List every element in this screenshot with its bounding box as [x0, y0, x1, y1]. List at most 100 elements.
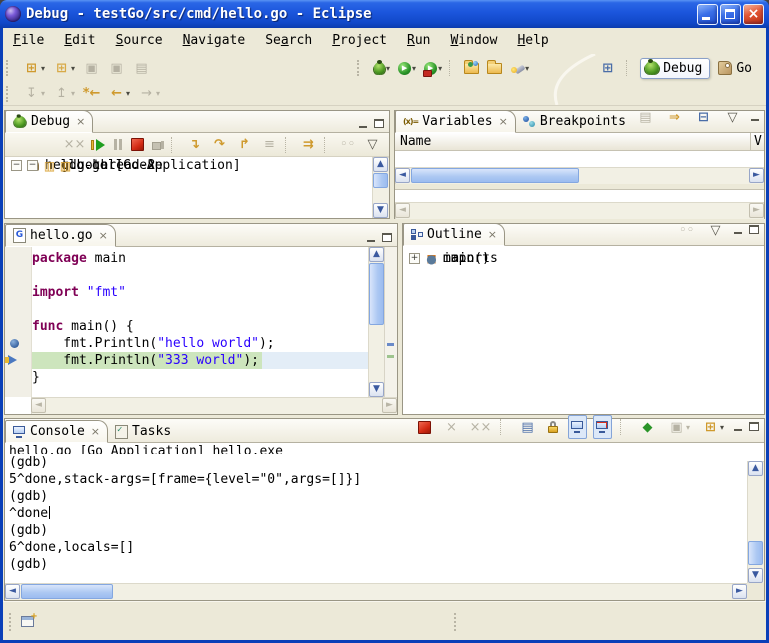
scroll-left-button[interactable]: ◄ — [395, 168, 410, 183]
code-line[interactable] — [32, 301, 368, 318]
tab-tasks[interactable]: Tasks — [108, 421, 178, 442]
code-line[interactable]: func main() { — [32, 318, 368, 335]
back-button[interactable]: ←▾ — [105, 82, 133, 106]
dropdown-arrow-icon[interactable]: ▾ — [525, 64, 529, 73]
minimize-view-icon[interactable] — [365, 233, 377, 243]
breakpoint-mark[interactable] — [387, 343, 394, 346]
debug-button[interactable]: ▾ — [371, 56, 393, 80]
last-edit-location-button[interactable]: *← — [80, 82, 103, 106]
tab-variables[interactable]: (x)=Variables× — [395, 110, 516, 133]
close-icon[interactable]: × — [91, 425, 100, 438]
minimize-button[interactable] — [697, 4, 718, 25]
use-step-filters-button[interactable]: ⇉ — [297, 133, 320, 157]
menu-file[interactable]: File — [3, 28, 54, 54]
new-project-button[interactable]: ⊞▾ — [50, 56, 78, 80]
scroll-up-button[interactable]: ▲ — [748, 461, 763, 476]
overview-ruler[interactable] — [384, 247, 397, 397]
tab-hello-go[interactable]: G hello.go × — [5, 224, 116, 247]
collapse-all-button[interactable]: ⊟ — [692, 105, 715, 129]
minimize-view-icon[interactable] — [749, 112, 761, 122]
variables-column-header[interactable]: Name V — [395, 133, 764, 151]
dropdown-arrow-icon[interactable]: ▾ — [71, 64, 75, 73]
gutter-row[interactable] — [5, 301, 31, 318]
minimize-view-icon[interactable] — [357, 119, 369, 129]
maximize-button[interactable] — [720, 4, 741, 25]
resume-button[interactable] — [88, 133, 108, 157]
maximize-view-icon[interactable] — [381, 233, 393, 243]
clear-console-button[interactable]: ▤ — [516, 415, 539, 439]
dropdown-arrow-icon[interactable]: ▾ — [41, 64, 45, 73]
fast-view-icon[interactable] — [21, 616, 34, 627]
show-stderr-button[interactable] — [593, 415, 612, 439]
tab-breakpoints[interactable]: Breakpoints — [516, 111, 633, 132]
editor-text-area[interactable]: package main import "fmt" func main() { fm… — [32, 247, 368, 397]
menu-run[interactable]: Run — [397, 28, 440, 54]
dropdown-arrow-icon[interactable]: ▾ — [438, 64, 442, 73]
vertical-scrollbar[interactable]: ▲ ▼ — [372, 157, 389, 218]
menu-search[interactable]: Search — [255, 28, 322, 54]
tree-item[interactable]: ▥ — [5, 157, 372, 174]
menu-navigate[interactable]: Navigate — [173, 28, 256, 54]
maximize-view-icon[interactable] — [748, 422, 760, 432]
code-line[interactable]: import "fmt" — [32, 284, 368, 301]
open-resource-button[interactable] — [484, 56, 505, 80]
view-menu-button[interactable]: ▽ — [361, 133, 384, 157]
scroll-right-button[interactable]: ► — [732, 584, 747, 599]
tab-debug[interactable]: Debug × — [5, 110, 93, 133]
dropdown-arrow-icon[interactable]: ▾ — [126, 89, 130, 98]
open-perspective-button[interactable]: ⊞ — [596, 56, 619, 80]
menu-window[interactable]: Window — [440, 28, 507, 54]
code-line[interactable]: package main — [32, 250, 368, 267]
new-wizard-button[interactable]: ⊞▾ — [20, 56, 48, 80]
menu-source[interactable]: Source — [106, 28, 173, 54]
view-menu-button[interactable]: ▽ — [704, 218, 727, 242]
menu-edit[interactable]: Edit — [54, 28, 105, 54]
scroll-down-button[interactable]: ▼ — [373, 203, 388, 218]
scrollbar-thumb[interactable] — [373, 173, 388, 188]
scroll-left-button[interactable]: ◄ — [5, 584, 20, 599]
scrollbar-thumb[interactable] — [369, 263, 384, 325]
step-into-button[interactable]: ↴ — [183, 133, 206, 157]
close-button[interactable]: × — [743, 4, 764, 25]
editor-gutter[interactable] — [5, 247, 32, 397]
instruction-pointer-mark[interactable] — [387, 355, 394, 358]
tree-item-main-[interactable]: ●main() — [403, 250, 764, 267]
scrollbar-thumb[interactable] — [748, 541, 763, 565]
code-line[interactable]: fmt.Println("333 world"); — [32, 352, 368, 369]
breakpoint-icon[interactable] — [10, 339, 19, 348]
horizontal-scrollbar[interactable]: ◄ ► — [5, 583, 747, 600]
horizontal-scrollbar[interactable]: ◄ ► — [395, 167, 764, 184]
maximize-view-icon[interactable] — [373, 119, 385, 129]
variables-tree[interactable] — [395, 151, 764, 167]
close-icon[interactable]: × — [76, 115, 85, 128]
code-editor[interactable]: package main import "fmt" func main() { fm… — [5, 247, 397, 397]
close-icon[interactable]: × — [499, 115, 508, 128]
gutter-row[interactable] — [5, 267, 31, 284]
code-line[interactable] — [32, 267, 368, 284]
gutter-row[interactable] — [5, 352, 31, 369]
scrollbar-thumb[interactable] — [21, 584, 113, 599]
tab-console[interactable]: Console× — [5, 420, 108, 443]
dropdown-arrow-icon[interactable]: ▾ — [412, 64, 416, 73]
scrollbar-thumb[interactable] — [411, 168, 579, 183]
maximize-view-icon[interactable] — [765, 112, 766, 122]
maximize-view-icon[interactable] — [748, 225, 760, 235]
scroll-up-button[interactable]: ▲ — [369, 247, 384, 262]
pin-console-button[interactable]: ◆ — [636, 415, 659, 439]
step-over-button[interactable]: ↷ — [208, 133, 231, 157]
title-bar[interactable]: Debug - testGo/src/cmd/hello.go - Eclips… — [0, 0, 769, 28]
search-button[interactable]: ▾ — [507, 56, 532, 80]
variables-detail-pane[interactable] — [395, 189, 764, 203]
vertical-scrollbar[interactable]: ▲ ▼ — [747, 461, 764, 583]
gutter-row[interactable] — [5, 335, 31, 352]
open-type-button[interactable] — [461, 56, 482, 80]
dropdown-arrow-icon[interactable]: ▾ — [71, 89, 75, 98]
vertical-scrollbar[interactable]: ▲ ▼ — [368, 247, 385, 397]
tab-outline[interactable]: Outline × — [403, 223, 505, 246]
run-external-tools-button[interactable]: ▾ — [421, 56, 445, 80]
minimize-view-icon[interactable] — [732, 422, 744, 432]
view-menu-button[interactable]: ▽ — [721, 105, 744, 129]
scroll-down-button[interactable]: ▼ — [369, 382, 384, 397]
console-output[interactable]: (gdb)5^done,stack-args=[frame={level="0"… — [5, 454, 747, 583]
code-line[interactable]: } — [32, 369, 368, 386]
